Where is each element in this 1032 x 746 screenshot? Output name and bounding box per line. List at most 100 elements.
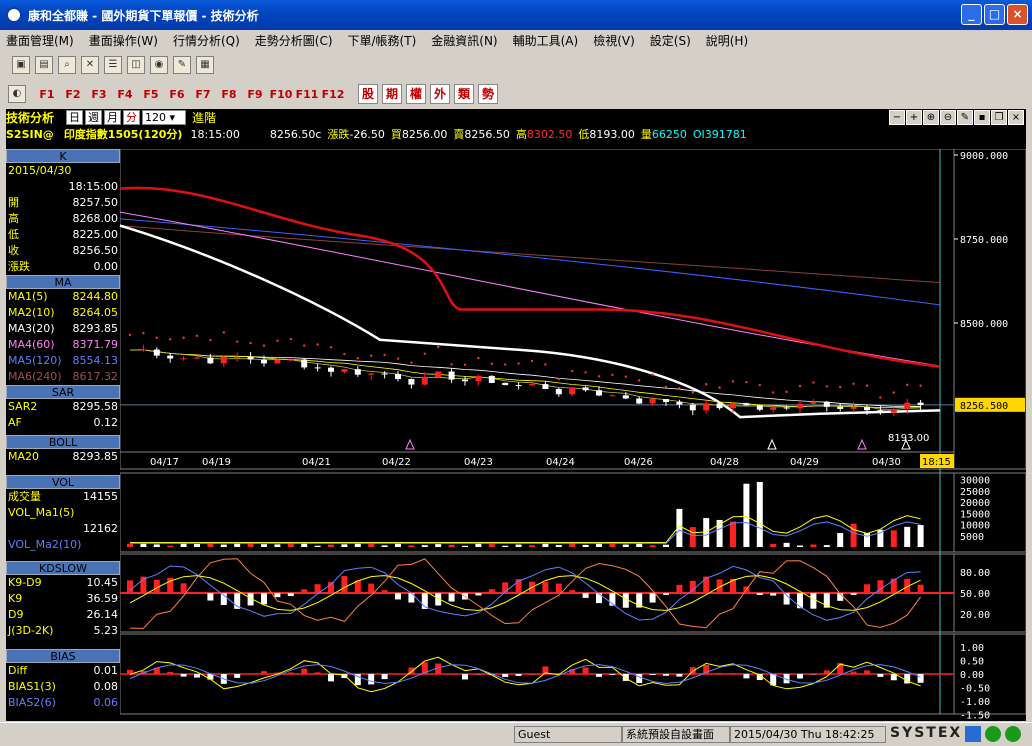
menu-item[interactable]: 行情分析(Q)	[173, 32, 240, 49]
fkey-button[interactable]: F7	[190, 88, 216, 101]
vol-tick-label: 30000	[960, 476, 990, 487]
menu-item[interactable]: 走勢分析圖(C)	[255, 32, 333, 49]
menu-item[interactable]: 設定(S)	[650, 32, 691, 49]
bias-tick-label: 1.00	[960, 643, 984, 654]
quick-button[interactable]: 類	[454, 84, 474, 104]
toolbar-main: ▣ ▤ ⌕ ✕ ☰ ◫ ◉ ✎ ▦	[0, 52, 1032, 78]
restore-icon[interactable]: ❐	[991, 110, 1007, 125]
bias-diff-bar	[609, 674, 616, 675]
fkey-button[interactable]: F4	[112, 88, 138, 101]
bias-diff-bar	[180, 674, 187, 677]
monitor-icon[interactable]: ▤	[35, 56, 53, 74]
period-day[interactable]: 日	[66, 110, 84, 125]
layout-icon[interactable]: ▣	[12, 56, 30, 74]
indicator-value: 8257.50	[72, 196, 119, 209]
save-icon[interactable]: ▪	[974, 110, 990, 125]
draw-icon[interactable]: ✎	[957, 110, 973, 125]
menu-item[interactable]: 說明(H)	[706, 32, 748, 49]
sar-dot	[892, 391, 895, 394]
candle-body	[368, 373, 375, 375]
volume-bar	[220, 544, 227, 547]
zoom-out-icon[interactable]: ⊖	[940, 110, 956, 125]
sar-dot	[450, 363, 453, 366]
fkey-button[interactable]: F12	[320, 88, 346, 101]
notebook-icon[interactable]: ✎	[173, 56, 191, 74]
menu-item[interactable]: 下單/帳務(T)	[348, 32, 417, 49]
bias-diff-bar	[462, 674, 468, 680]
quick-button[interactable]: 股	[358, 84, 378, 104]
indicator-header[interactable]: VOL	[6, 475, 120, 489]
sar-dot	[329, 346, 333, 349]
fkey-button[interactable]: F6	[164, 88, 190, 101]
fkey-button[interactable]: F11	[294, 88, 320, 101]
sar-dot	[356, 357, 359, 360]
period-month[interactable]: 月	[104, 110, 122, 125]
indicator-row: MA20 8293.85	[6, 449, 120, 465]
close-chart-icon[interactable]: ×	[1008, 110, 1024, 125]
fkey-button[interactable]: F10	[268, 88, 294, 101]
menu-item[interactable]: 輔助工具(A)	[513, 32, 579, 49]
sar-dot	[195, 334, 199, 337]
quick-button[interactable]: 期	[382, 84, 402, 104]
oi-value: 391781	[704, 127, 747, 141]
split-icon[interactable]: ◫	[127, 56, 145, 74]
menu-item[interactable]: 畫面操作(W)	[89, 32, 158, 49]
search-icon[interactable]: ⌕	[58, 56, 76, 74]
indicator-header[interactable]: KDSLOW	[6, 561, 120, 575]
axis-frame	[953, 149, 1026, 470]
fkey-button[interactable]: F5	[138, 88, 164, 101]
candle-body	[877, 410, 884, 413]
sar-dot	[316, 343, 319, 346]
indicator-header[interactable]: BIAS	[6, 649, 120, 663]
sar-dot	[651, 373, 654, 376]
minimize-button[interactable]: _	[961, 4, 982, 25]
table-icon[interactable]: ☰	[104, 56, 122, 74]
kd-diff-bar	[596, 593, 602, 604]
fkey-button[interactable]: F1	[34, 88, 60, 101]
sar-dot	[597, 375, 601, 378]
sar-dot	[664, 385, 668, 389]
minus-icon[interactable]: −	[889, 110, 905, 125]
indicator-header[interactable]: SAR	[6, 385, 120, 399]
sar-dot	[705, 382, 708, 386]
volume-bar	[448, 544, 455, 547]
quick-button[interactable]: 勢	[478, 84, 498, 104]
fkey-button[interactable]: F2	[60, 88, 86, 101]
advanced-link[interactable]: 進階	[192, 109, 216, 126]
period-week[interactable]: 週	[85, 110, 103, 125]
fkey-button[interactable]: F3	[86, 88, 112, 101]
kd-diff-bar	[810, 593, 817, 609]
indicator-header[interactable]: BOLL	[6, 435, 120, 449]
kd-diff-bar	[408, 593, 415, 603]
zoom-in-icon[interactable]: ⊕	[923, 110, 939, 125]
chart-icon[interactable]: ▦	[196, 56, 214, 74]
menu-item[interactable]: 畫面管理(M)	[6, 32, 74, 49]
quick-button[interactable]: 權	[406, 84, 426, 104]
kd-diff-bar	[582, 593, 589, 598]
home-icon[interactable]: ◐	[8, 85, 26, 103]
status-user: Guest	[514, 726, 622, 743]
close-window-icon[interactable]: ✕	[81, 56, 99, 74]
low-value: 8193.00	[589, 127, 635, 141]
candle-body	[140, 349, 147, 351]
quick-button[interactable]: 外	[430, 84, 450, 104]
period-minute[interactable]: 分	[123, 110, 141, 125]
candle-body	[207, 357, 214, 364]
menu-item[interactable]: 檢視(V)	[593, 32, 635, 49]
interval-select[interactable]: 120 ▾	[142, 110, 187, 125]
volume-bar	[408, 545, 415, 547]
indicator-header[interactable]: MA	[6, 275, 120, 289]
sar-dot	[611, 373, 614, 377]
vol-label: 量	[640, 128, 652, 141]
menu-item[interactable]: 金融資訊(N)	[431, 32, 497, 49]
date-label: 04/24	[546, 457, 575, 468]
sar-dot	[517, 362, 520, 365]
kd-tick-label: 80.00	[960, 568, 990, 579]
plus-icon[interactable]: +	[906, 110, 922, 125]
fkey-button[interactable]: F9	[242, 88, 268, 101]
fkey-button[interactable]: F8	[216, 88, 242, 101]
indicator-header[interactable]: K	[6, 149, 120, 163]
coin-icon[interactable]: ◉	[150, 56, 168, 74]
maximize-button[interactable]: □	[984, 4, 1005, 25]
close-button[interactable]: ×	[1007, 4, 1028, 25]
